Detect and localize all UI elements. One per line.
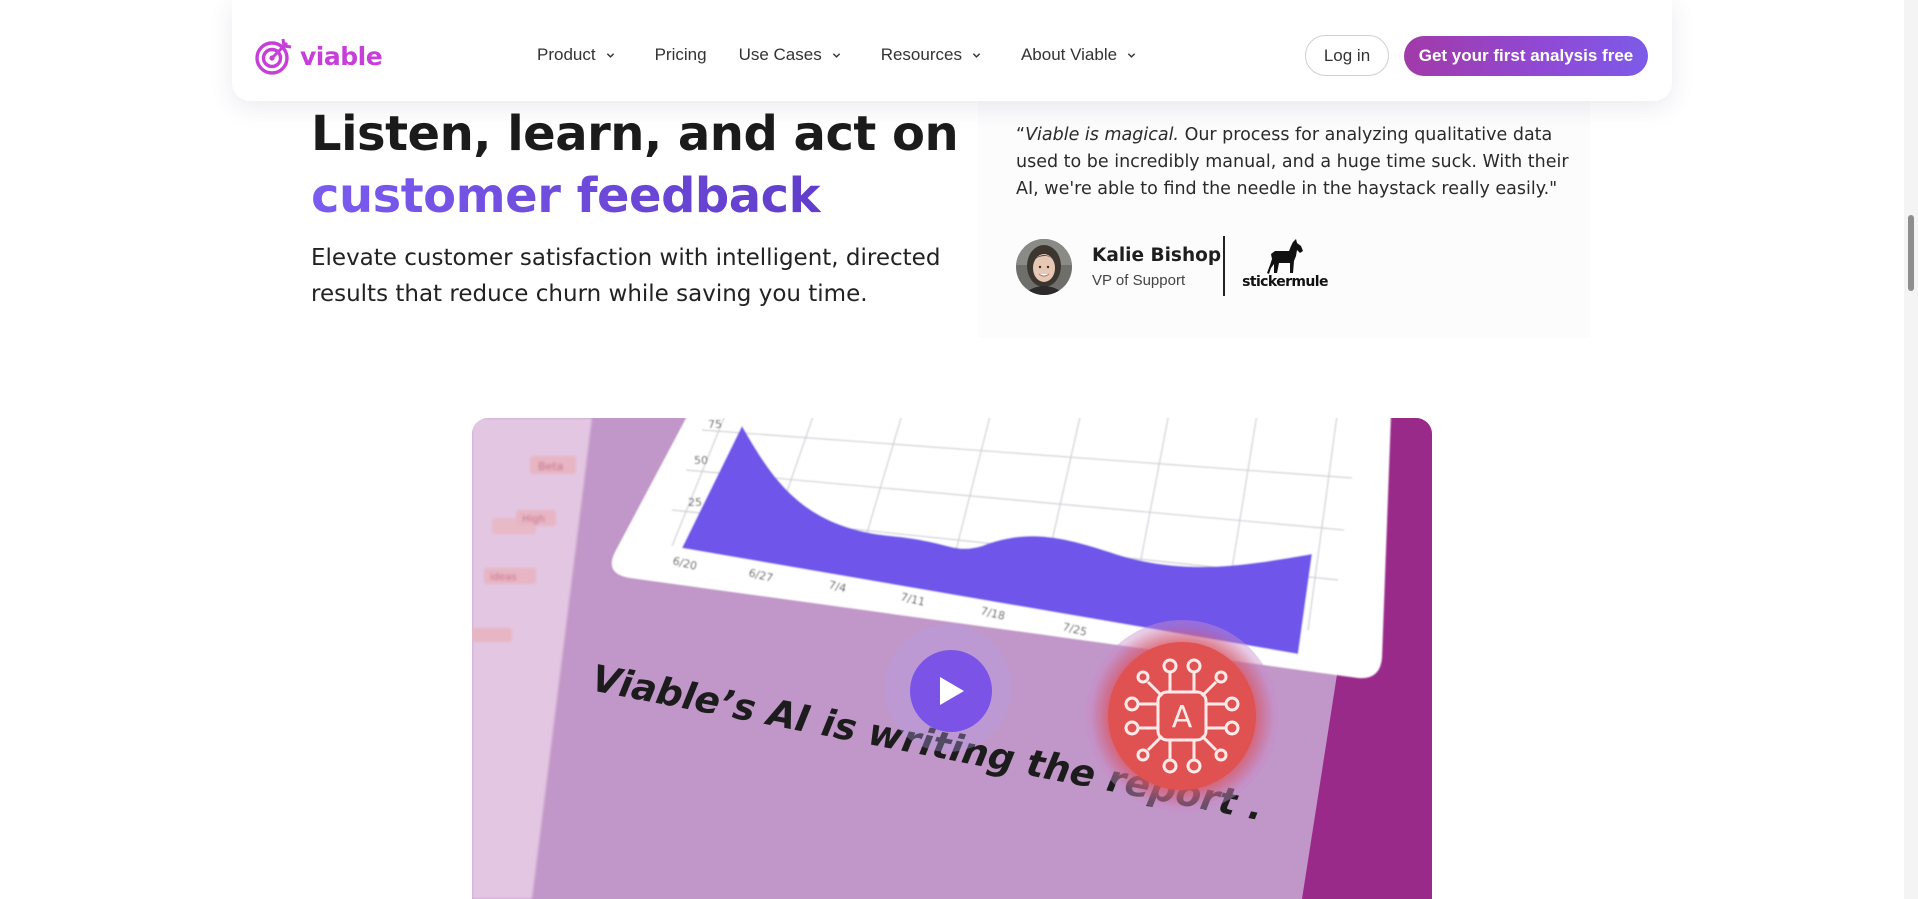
nav-item-label: Use Cases [738, 45, 822, 64]
login-button[interactable]: Log in [1305, 35, 1389, 76]
nav-item-pricing[interactable]: Pricing [655, 45, 707, 65]
nav-item-product[interactable]: Product [537, 45, 615, 65]
chart-y-tick: 25 [688, 496, 702, 509]
company-logo: stickermule [1242, 238, 1328, 298]
nav-item-use-cases[interactable]: Use Cases [739, 45, 841, 65]
ai-badge-letter: A [1172, 700, 1193, 735]
nav-item-resources[interactable]: Resources [881, 45, 981, 65]
hero-title-highlight: customer feedback [311, 165, 958, 227]
logo-wordmark: viable [300, 41, 383, 71]
chevron-down-icon [606, 52, 614, 58]
nav-item-label: Pricing [654, 45, 707, 64]
chevron-down-icon [1127, 52, 1136, 58]
chevron-down-icon [832, 52, 840, 58]
person-role: VP of Support [1092, 272, 1186, 289]
nav-item-about[interactable]: About Viable [1021, 45, 1136, 65]
testimonial-card: “Viable is magical. Our process for anal… [978, 88, 1590, 338]
logo-link[interactable]: viable [254, 36, 383, 76]
chevron-down-icon [972, 52, 981, 58]
page-scrollbar[interactable] [1904, 0, 1918, 899]
nav-item-label: Resources [880, 45, 962, 64]
ai-badge: A [1086, 620, 1278, 812]
horse-icon [1267, 239, 1303, 274]
sidebar-word: High [522, 514, 545, 525]
hero-subtitle: Elevate customer satisfaction with intel… [311, 245, 941, 307]
chart-y-tick: 75 [708, 418, 722, 431]
play-icon [940, 677, 964, 705]
nav-item-label: Product [537, 45, 596, 64]
chart-y-tick: 50 [694, 454, 708, 467]
sidebar-word: ideas [490, 572, 517, 583]
main-nav: Product Pricing Use Cases Resources Abou… [537, 45, 1136, 65]
hero-title-line1: Listen, learn, and act on [311, 106, 959, 162]
sidebar-word: Beta [538, 460, 563, 473]
product-video[interactable]: Beta High ideas 75 50 25 6/20 6/27 7/4 7… [472, 418, 1432, 899]
person-name: Kalie Bishop [1092, 245, 1222, 266]
testimonial-divider [1223, 236, 1225, 296]
company-name: stickermule [1242, 274, 1328, 290]
testimonial-quote: “Viable is magical. Our process for anal… [1016, 122, 1576, 203]
target-arrow-icon [255, 38, 292, 75]
play-button[interactable] [910, 650, 992, 732]
top-navbar: viable Product Pricing Use Cases Resourc… [232, 0, 1672, 101]
quote-emphasis: Viable is magical. [1025, 125, 1179, 145]
quote-open-mark: “ [1016, 125, 1026, 145]
hero-title: Listen, learn, and act on customer feedb… [311, 103, 959, 227]
get-analysis-button[interactable]: Get your first analysis free [1404, 36, 1648, 76]
nav-item-label: About Viable [1020, 45, 1118, 64]
scrollbar-thumb[interactable] [1908, 215, 1914, 291]
avatar [1016, 239, 1072, 295]
